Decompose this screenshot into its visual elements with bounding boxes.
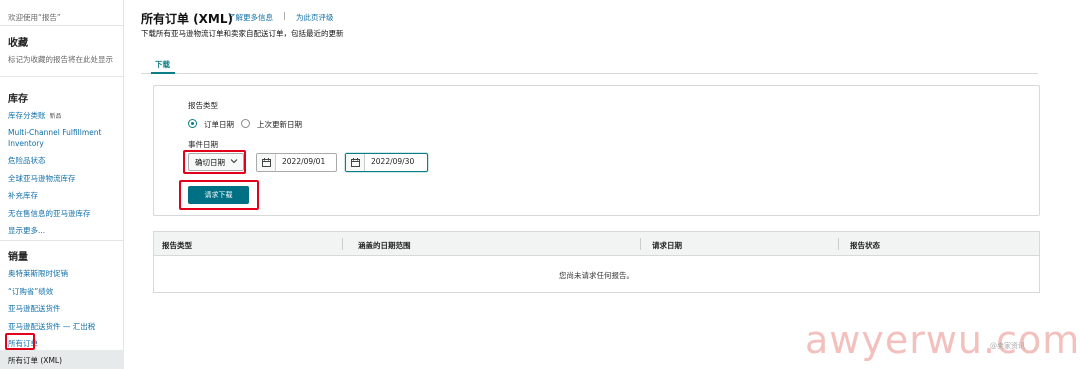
column-divider <box>640 238 641 250</box>
report-type-label: 报告类型 <box>188 101 218 110</box>
sidebar-welcome: 欢迎使用“报告” <box>8 13 61 22</box>
watermark-source: @卖家资讯 <box>990 342 1025 350</box>
page-title: 所有订单 (XML) <box>141 12 233 26</box>
sidebar-item-all-orders-xml[interactable]: 所有订单 (XML) <box>8 355 62 366</box>
table-empty-message: 您尚未请求任何报告。 <box>559 271 634 280</box>
column-divider <box>342 238 343 250</box>
tab-bar: 下载 <box>141 52 1038 74</box>
sidebar-item-fba-shipments[interactable]: 亚马逊配送货件 <box>8 303 61 314</box>
sidebar-divider <box>0 25 124 26</box>
column-header-report-type[interactable]: 报告类型 <box>162 240 192 251</box>
sidebar-item-dangerous-goods[interactable]: 危险品状态 <box>8 155 46 166</box>
tab-active-indicator <box>151 72 175 74</box>
request-form-panel: 报告类型 订单日期 上次更新日期 事件日期 确切日期 2022/09/01 20… <box>153 85 1040 216</box>
sidebar-item-fba-shipments-tax[interactable]: 亚马逊配送货件 — 汇出税 <box>8 321 95 332</box>
column-divider <box>838 238 839 250</box>
start-date-field[interactable]: 2022/09/01 <box>256 153 337 172</box>
column-header-report-status[interactable]: 报告状态 <box>850 240 880 251</box>
sidebar-item-inventory-ledger[interactable]: 库存分类账 新品 <box>8 110 62 121</box>
title-separator: | <box>283 11 286 20</box>
radio-order-date-label: 订单日期 <box>204 120 234 129</box>
sidebar-heading-favorites: 收藏 <box>8 38 28 49</box>
sidebar-heading-sales: 销量 <box>8 252 28 263</box>
sidebar: 欢迎使用“报告” 收藏 标记为收藏的报告将在此处显示 库存 库存分类账 新品 Mu… <box>0 0 124 369</box>
sidebar-divider <box>0 76 124 77</box>
sidebar-item-mcf-inventory[interactable]: Multi-Channel Fulfillment <box>8 128 101 137</box>
radio-order-date[interactable] <box>188 119 197 128</box>
request-download-button[interactable]: 请求下载 <box>188 186 249 204</box>
sidebar-item-restock[interactable]: 补充库存 <box>8 190 38 201</box>
column-header-date-range[interactable]: 涵盖的日期范围 <box>358 240 411 251</box>
new-badge: 新品 <box>49 113 62 120</box>
calendar-icon[interactable] <box>346 154 365 171</box>
sidebar-item-global-fba-inventory[interactable]: 全球亚马逊物流库存 <box>8 173 76 184</box>
sidebar-show-more[interactable]: 显示更多... <box>8 225 45 236</box>
radio-last-updated[interactable] <box>241 119 250 128</box>
calendar-icon[interactable] <box>257 154 276 171</box>
table-header: 报告类型 涵盖的日期范围 请求日期 报告状态 <box>154 232 1039 256</box>
sidebar-heading-inventory: 库存 <box>8 94 28 105</box>
sidebar-item-label: 库存分类账 <box>8 111 46 120</box>
sidebar-item-outlet-deals[interactable]: 奥特莱斯限时促销 <box>8 268 68 279</box>
event-date-label: 事件日期 <box>188 140 218 149</box>
sidebar-favorites-hint: 标记为收藏的报告将在此处显示 <box>8 55 113 64</box>
column-header-request-date[interactable]: 请求日期 <box>652 240 682 251</box>
date-range-select[interactable]: 确切日期 <box>188 153 244 171</box>
sidebar-item-subscribe-save[interactable]: “订购省”绩效 <box>8 286 53 297</box>
end-date-field[interactable]: 2022/09/30 <box>345 153 428 172</box>
rate-page-link[interactable]: 为此页评级 <box>296 12 334 23</box>
chevron-down-icon <box>230 157 238 167</box>
reports-table: 报告类型 涵盖的日期范围 请求日期 报告状态 您尚未请求任何报告。 <box>153 231 1040 293</box>
sidebar-divider <box>0 240 124 241</box>
start-date-value: 2022/09/01 <box>282 157 326 166</box>
sidebar-item-stranded-inventory[interactable]: 无在售信息的亚马逊库存 <box>8 208 91 219</box>
radio-last-updated-label: 上次更新日期 <box>257 120 302 129</box>
sidebar-item-all-orders[interactable]: 所有订单 <box>8 338 38 349</box>
page-subtitle: 下载所有亚马逊物流订单和卖家自配送订单，包括最近的更新 <box>141 29 344 38</box>
learn-more-link[interactable]: 了解更多信息 <box>228 12 273 23</box>
watermark: awyerwu.com <box>805 318 1080 362</box>
tab-download[interactable]: 下载 <box>155 59 170 70</box>
date-range-select-value: 确切日期 <box>195 158 225 167</box>
end-date-value: 2022/09/30 <box>371 157 415 166</box>
sidebar-item-mcf-inventory-line2[interactable]: Inventory <box>8 139 44 148</box>
